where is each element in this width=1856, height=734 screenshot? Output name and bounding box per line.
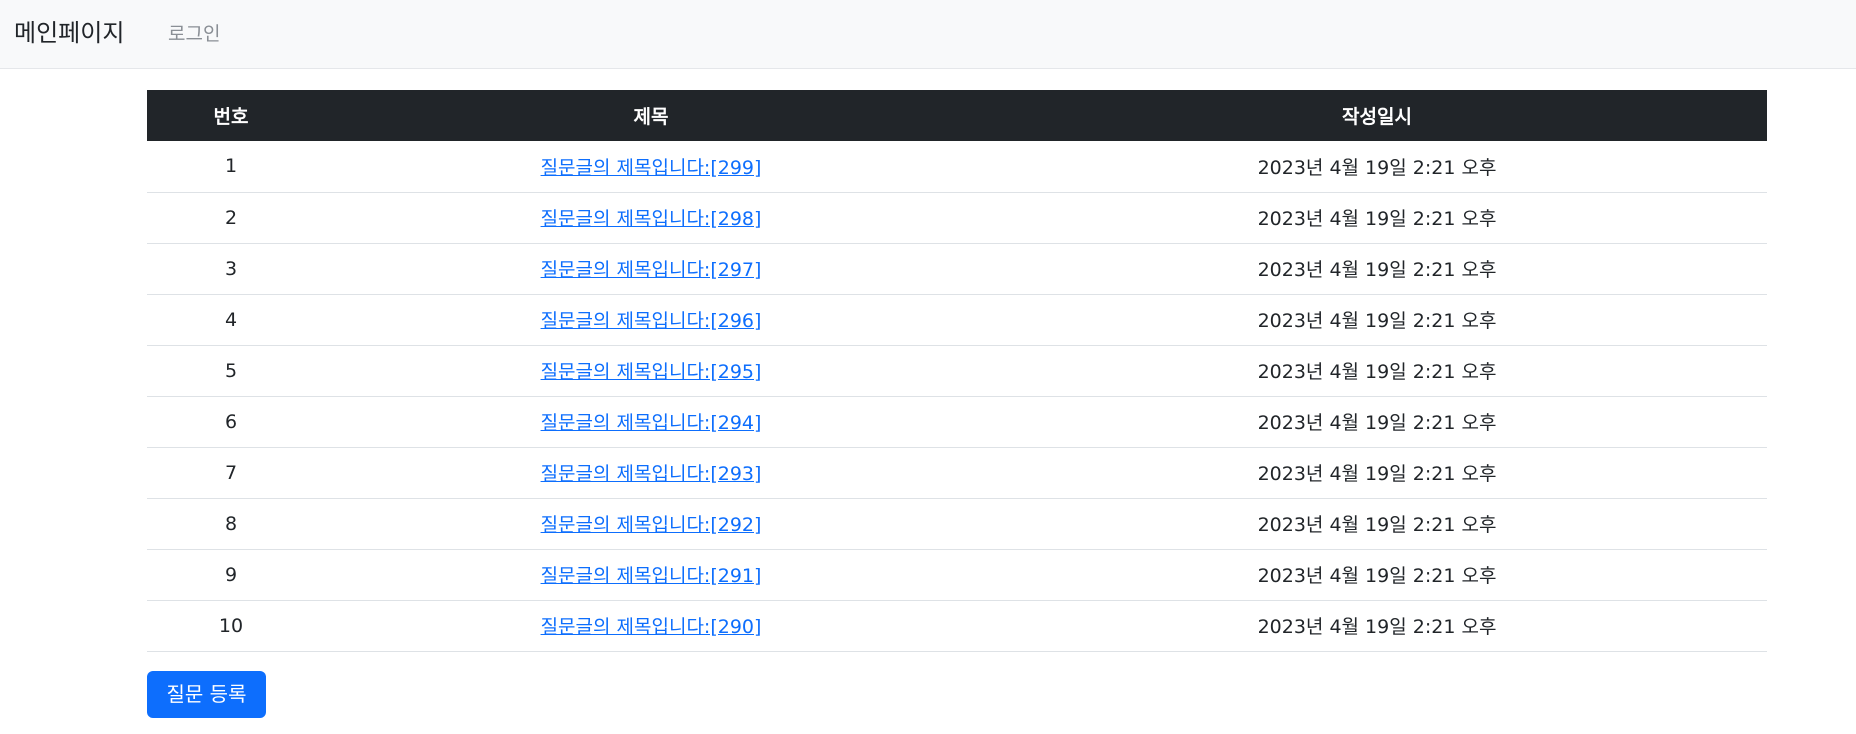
question-title-link[interactable]: 질문글의 제목입니다:[293] [541, 463, 762, 485]
question-title-link[interactable]: 질문글의 제목입니다:[294] [541, 412, 762, 434]
header-created: 작성일시 [1342, 106, 1412, 128]
cell-number: 6 [224, 410, 238, 433]
nav-login-link[interactable]: 로그인 [168, 21, 220, 47]
brand-link[interactable]: 메인페이지 [14, 17, 124, 49]
header-title: 제목 [633, 106, 669, 128]
question-title-link[interactable]: 질문글의 제목입니다:[291] [541, 565, 762, 587]
question-title-link[interactable]: 질문글의 제목입니다:[290] [541, 616, 762, 638]
table-row: 8 질문글의 제목입니다:[292] 2023년 4월 19일 2:21 오후 [147, 498, 1767, 549]
cell-created: 2023년 4월 19일 2:21 오후 [1257, 514, 1497, 536]
cell-created: 2023년 4월 19일 2:21 오후 [1257, 259, 1497, 281]
cell-created: 2023년 4월 19일 2:21 오후 [1257, 565, 1497, 587]
table-header: 번호 제목 작성일시 [147, 90, 1767, 141]
cell-created: 2023년 4월 19일 2:21 오후 [1257, 463, 1497, 485]
cell-created: 2023년 4월 19일 2:21 오후 [1257, 616, 1497, 638]
question-title-link[interactable]: 질문글의 제목입니다:[292] [541, 514, 762, 536]
table-row: 4 질문글의 제목입니다:[296] 2023년 4월 19일 2:21 오후 [147, 294, 1767, 345]
question-table: 번호 제목 작성일시 1 질문글의 제목입니다:[299] 2023년 4월 1… [147, 90, 1767, 652]
table-row: 6 질문글의 제목입니다:[294] 2023년 4월 19일 2:21 오후 [147, 396, 1767, 447]
table-row: 3 질문글의 제목입니다:[297] 2023년 4월 19일 2:21 오후 [147, 243, 1767, 294]
table-row: 9 질문글의 제목입니다:[291] 2023년 4월 19일 2:21 오후 [147, 549, 1767, 600]
cell-number: 8 [224, 512, 238, 535]
question-title-link[interactable]: 질문글의 제목입니다:[295] [541, 361, 762, 383]
table-row: 5 질문글의 제목입니다:[295] 2023년 4월 19일 2:21 오후 [147, 345, 1767, 396]
table-row: 1 질문글의 제목입니다:[299] 2023년 4월 19일 2:21 오후 [147, 141, 1767, 192]
create-question-button[interactable]: 질문 등록 [147, 671, 266, 718]
cell-number: 5 [224, 359, 238, 382]
question-title-link[interactable]: 질문글의 제목입니다:[298] [541, 208, 762, 230]
question-title-link[interactable]: 질문글의 제목입니다:[296] [541, 310, 762, 332]
cell-number: 4 [224, 308, 238, 331]
cell-number: 9 [224, 563, 238, 586]
navbar: 메인페이지 로그인 [0, 0, 1856, 69]
cell-number: 1 [224, 155, 238, 178]
cell-number: 10 [218, 614, 244, 637]
cell-created: 2023년 4월 19일 2:21 오후 [1257, 361, 1497, 383]
question-list: 번호 제목 작성일시 1 질문글의 제목입니다:[299] 2023년 4월 1… [147, 90, 1767, 652]
cell-created: 2023년 4월 19일 2:21 오후 [1257, 156, 1497, 179]
cell-created: 2023년 4월 19일 2:21 오후 [1257, 208, 1497, 230]
table-row: 7 질문글의 제목입니다:[293] 2023년 4월 19일 2:21 오후 [147, 447, 1767, 498]
table-row: 2 질문글의 제목입니다:[298] 2023년 4월 19일 2:21 오후 [147, 192, 1767, 243]
cell-created: 2023년 4월 19일 2:21 오후 [1257, 310, 1497, 332]
question-title-link[interactable]: 질문글의 제목입니다:[299] [541, 157, 762, 179]
cell-created: 2023년 4월 19일 2:21 오후 [1257, 412, 1497, 434]
header-number: 번호 [213, 106, 249, 128]
question-title-link[interactable]: 질문글의 제목입니다:[297] [541, 259, 762, 281]
cell-number: 2 [224, 206, 238, 229]
cell-number: 7 [224, 461, 238, 484]
cell-number: 3 [224, 257, 238, 280]
table-row: 10 질문글의 제목입니다:[290] 2023년 4월 19일 2:21 오후 [147, 600, 1767, 651]
